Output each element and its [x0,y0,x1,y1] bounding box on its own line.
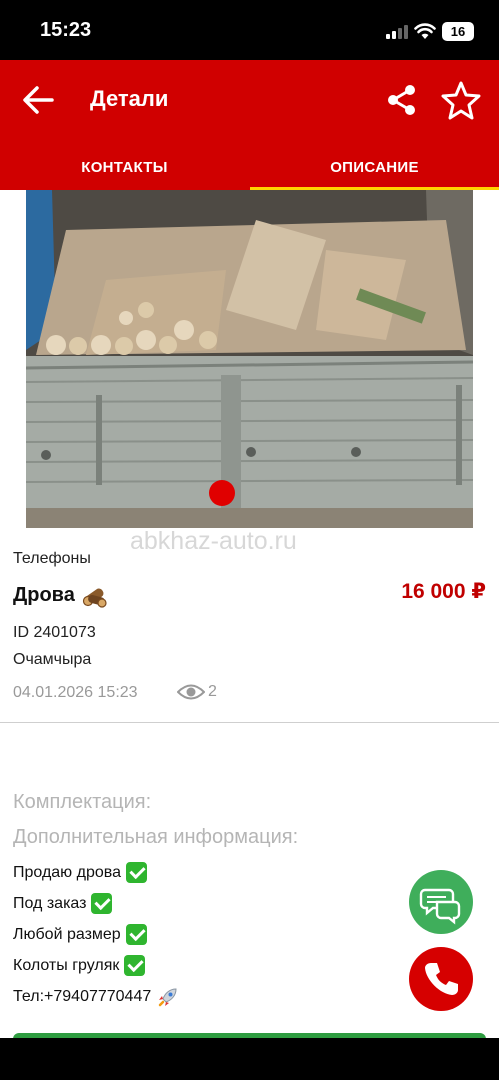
system-bottom-bar [0,1038,499,1080]
status-time: 15:23 [40,19,92,41]
phone-number-text[interactable]: Тел:+79407770447 [13,988,151,1006]
description-line: Тел:+79407770447 [13,985,180,1009]
watermark: abkhaz-auto.ru [130,527,297,555]
eye-icon [177,684,205,700]
tab-description[interactable]: ОПИСАНИЕ [250,146,499,190]
description-line-text: Любой размер [13,925,121,943]
listing-city: Очамчыра [13,651,92,668]
app-bar: Детали КОНТАКТЫ ОПИСАНИЕ [0,60,499,190]
check-mark-icon [125,862,147,883]
phones-label[interactable]: Телефоны [13,550,91,568]
call-button[interactable] [409,947,473,1011]
battery-indicator: 16 [442,22,474,41]
cellular-signal-icon [386,25,408,39]
rocket-icon [159,988,177,1007]
description-line: Любой размер [13,924,147,945]
listing-date: 04.01.2026 15:23 [13,684,138,701]
views-count-value: 2 [208,683,217,700]
carousel-indicator-dot[interactable] [209,480,235,506]
description-line: Под заказ [13,893,113,914]
listing-photo[interactable] [26,190,473,528]
phone-icon [425,963,458,995]
check-mark-icon [91,893,113,914]
share-icon[interactable] [382,80,422,120]
check-mark-icon [125,924,147,945]
views-count: 2 [177,683,217,701]
listing-title: Дрова [13,582,107,608]
listing-price: 16 000 ₽ [401,580,486,603]
equipment-label: Комплектация: [13,791,152,813]
check-mark-icon [124,955,146,976]
page-title: Детали [90,86,169,111]
additional-info-label: Дополнительная информация: [13,826,299,848]
firewood-icon [82,588,107,608]
listing-title-text: Дрова [13,583,75,606]
divider [0,722,499,723]
chat-bubble-icon [419,888,461,925]
listing-id: ID 2401073 [13,624,96,641]
chat-button[interactable] [409,870,473,934]
favorite-star-icon[interactable] [440,79,482,121]
description-line-text: Продаю дрова [13,863,121,881]
status-bar: 15:23 16 [0,0,499,60]
firewood-photo [26,190,473,528]
tab-contacts[interactable]: КОНТАКТЫ [0,146,249,190]
back-arrow-icon[interactable] [18,80,58,120]
description-line-text: Колоты груляк [13,956,120,974]
description-line: Продаю дрова [13,862,147,883]
description-line-text: Под заказ [13,894,87,912]
description-line: Колоты груляк [13,955,146,976]
wifi-icon [414,23,436,39]
